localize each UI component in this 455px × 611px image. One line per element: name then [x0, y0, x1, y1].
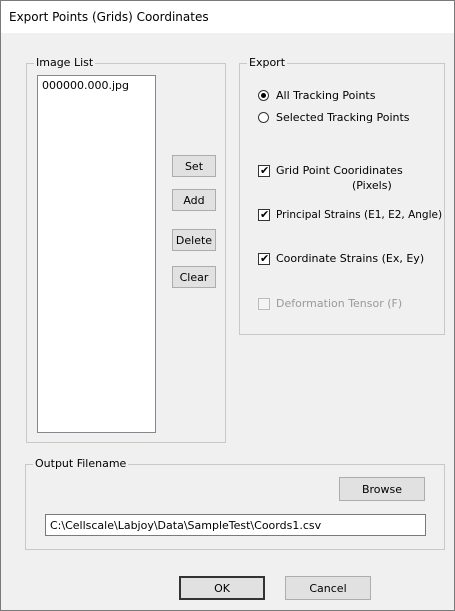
window-title: Export Points (Grids) Coordinates — [9, 10, 209, 24]
checkbox-label: Deformation Tensor (F) — [276, 297, 403, 310]
checkbox[interactable]: ✔ — [258, 208, 270, 221]
checkbox[interactable]: ✔ — [258, 252, 270, 265]
checkbox-sublabel: (Pixels) — [352, 179, 392, 192]
radio-label: Selected Tracking Points — [276, 111, 410, 124]
export-group-label: Export — [247, 56, 288, 70]
image-list-group: Image List 000000.000.jpg Set Add Delete… — [26, 56, 226, 443]
clear-button[interactable]: Clear — [172, 266, 216, 288]
checkbox[interactable]: ✔ — [258, 164, 270, 177]
checkbox-grid-point-coordinates[interactable]: ✔ Grid Point Cooridinates (Pixels) — [258, 164, 440, 194]
checkbox-label: Principal Strains (E1, E2, Angle) — [276, 209, 443, 221]
output-filename-group-label: Output Filename — [33, 457, 129, 471]
checkbox-label: Grid Point Cooridinates — [276, 164, 403, 177]
check-mark-icon: ✔ — [260, 164, 270, 177]
export-group: Export All Tracking Points Selected Trac… — [239, 56, 445, 335]
browse-button[interactable]: Browse — [339, 477, 425, 501]
image-list-box[interactable]: 000000.000.jpg — [37, 75, 156, 433]
output-filename-input[interactable] — [45, 514, 426, 536]
set-button[interactable]: Set — [172, 155, 216, 177]
title-bar[interactable]: Export Points (Grids) Coordinates — [1, 1, 454, 33]
delete-button[interactable]: Delete — [172, 229, 216, 251]
image-list-group-label: Image List — [34, 56, 96, 70]
checkbox-deformation-tensor: Deformation Tensor (F) — [258, 297, 440, 311]
output-filename-group: Output Filename Browse — [25, 457, 445, 550]
radio-button[interactable] — [258, 112, 269, 123]
radio-button[interactable] — [258, 90, 269, 101]
check-mark-icon: ✔ — [260, 252, 270, 265]
export-dialog: Export Points (Grids) Coordinates Image … — [0, 0, 455, 611]
checkbox-coordinate-strains[interactable]: ✔ Coordinate Strains (Ex, Ey) — [258, 252, 440, 266]
radio-label: All Tracking Points — [276, 89, 376, 102]
cancel-button[interactable]: Cancel — [285, 576, 371, 600]
list-item[interactable]: 000000.000.jpg — [42, 79, 129, 92]
checkbox-principal-strains[interactable]: ✔ Principal Strains (E1, E2, Angle) — [258, 208, 444, 222]
checkbox-label: Coordinate Strains (Ex, Ey) — [276, 252, 425, 265]
add-button[interactable]: Add — [172, 189, 216, 211]
check-mark-icon: ✔ — [260, 208, 270, 221]
ok-button[interactable]: OK — [179, 576, 265, 600]
checkbox — [258, 298, 270, 310]
radio-all-tracking-points[interactable]: All Tracking Points — [258, 89, 438, 103]
radio-selected-dot — [261, 93, 266, 98]
radio-selected-tracking-points[interactable]: Selected Tracking Points — [258, 111, 438, 125]
